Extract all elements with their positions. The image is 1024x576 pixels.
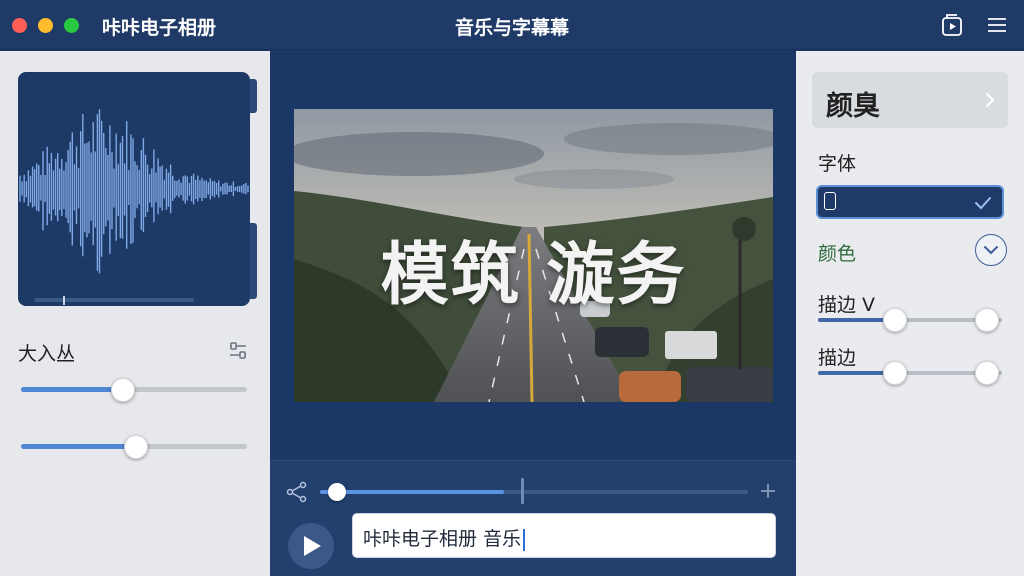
volume-label: 大入丛 xyxy=(18,343,76,365)
timeline-marker[interactable] xyxy=(521,478,525,504)
plus-icon[interactable] xyxy=(758,481,778,501)
slider-fill xyxy=(21,444,137,449)
style-header-label: 颜臭 xyxy=(826,91,880,122)
video-preview[interactable]: 模筑 漩务 xyxy=(294,109,773,402)
timeline-slider[interactable] xyxy=(320,478,748,504)
maximize-window-button[interactable] xyxy=(64,18,79,33)
playback-controls: 咔咔电子相册 音乐 xyxy=(270,460,796,576)
caption-text-input[interactable]: 咔咔电子相册 音乐 xyxy=(352,513,776,558)
panel-handle-bottom[interactable] xyxy=(250,223,257,299)
share-icon[interactable] xyxy=(286,481,308,503)
waveform-graphic xyxy=(19,109,249,274)
minimize-window-button[interactable] xyxy=(38,18,53,33)
text-caret xyxy=(523,528,526,551)
slider-thumb-start[interactable] xyxy=(883,308,908,332)
slider-fill xyxy=(21,387,123,392)
center-panel: 模筑 漩务 咔咔电子相册 音乐 xyxy=(270,51,796,576)
audio-waveform[interactable] xyxy=(18,72,250,306)
font-label: 字体 xyxy=(818,153,857,175)
left-slider-2[interactable] xyxy=(21,435,247,459)
check-icon xyxy=(974,195,992,211)
chevron-down-icon xyxy=(984,246,998,255)
waveform-scrollbar[interactable] xyxy=(34,298,194,302)
chevron-right-icon xyxy=(982,90,998,110)
stroke-slider-2[interactable] xyxy=(818,361,1002,385)
stroke-slider-1[interactable] xyxy=(818,308,1002,332)
color-label: 颜色 xyxy=(818,243,857,265)
font-select[interactable] xyxy=(816,185,1004,219)
slider-thumb-start[interactable] xyxy=(883,361,908,385)
slider-thumb[interactable] xyxy=(124,435,149,459)
play-button[interactable] xyxy=(288,523,334,569)
style-header-button[interactable]: 颜臭 xyxy=(812,72,1008,128)
menu-icon[interactable] xyxy=(985,13,1009,37)
timeline-thumb[interactable] xyxy=(328,483,347,501)
right-panel: 颜臭 字体 颜色 描边 V 描边 xyxy=(796,51,1024,576)
slider-thumb[interactable] xyxy=(110,378,135,402)
play-square-icon[interactable] xyxy=(941,13,965,37)
close-window-button[interactable] xyxy=(12,18,27,33)
title-bar: 咔咔电子相册 音乐与字幕幕 xyxy=(0,0,1024,50)
slider-thumb-end[interactable] xyxy=(975,308,1000,332)
font-select-value-icon xyxy=(824,192,836,210)
subtitle-overlay-text: 模筑 漩务 xyxy=(380,236,687,315)
left-slider-1[interactable] xyxy=(21,378,247,402)
sliders-icon[interactable] xyxy=(228,341,248,361)
play-icon xyxy=(304,536,321,556)
waveform-playhead[interactable] xyxy=(63,296,65,305)
app-name: 咔咔电子相册 xyxy=(102,17,217,39)
panel-handle-top[interactable] xyxy=(250,79,257,113)
slider-thumb-end[interactable] xyxy=(975,361,1000,385)
color-expand-button[interactable] xyxy=(975,234,1007,266)
left-panel: 大入丛 xyxy=(0,51,270,576)
timeline-progress xyxy=(320,490,505,494)
caption-text-value: 咔咔电子相册 音乐 xyxy=(363,528,522,550)
